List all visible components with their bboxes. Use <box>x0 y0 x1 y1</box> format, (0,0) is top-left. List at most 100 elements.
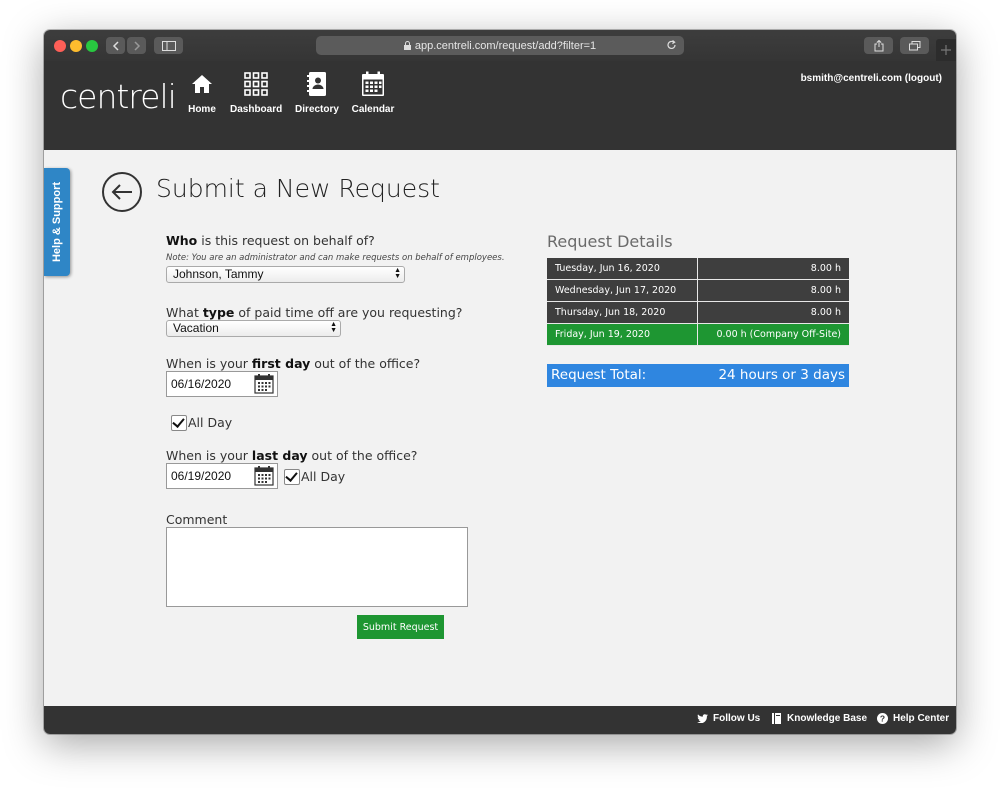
share-icon <box>874 39 883 51</box>
first-day-label-post: out of the office? <box>310 356 421 371</box>
last-day-allday-checkbox[interactable] <box>284 469 300 485</box>
reload-icon[interactable] <box>666 39 677 51</box>
help-center-link[interactable]: ? Help Center <box>877 713 949 724</box>
address-bar[interactable]: app.centreli.com/request/add?filter=1 <box>316 36 684 55</box>
directory-icon <box>307 72 326 96</box>
url-text: app.centreli.com/request/add?filter=1 <box>414 39 597 52</box>
help-support-label: Help & Support <box>51 181 63 263</box>
back-nav-button[interactable] <box>106 37 125 54</box>
select-arrows-icon: ▲ ▼ <box>394 267 401 280</box>
who-label-rest: is this request on behalf of? <box>197 233 375 248</box>
calendar-picker-icon[interactable] <box>254 466 274 486</box>
main-content: Help & Support Submit a New Request Who … <box>44 150 956 706</box>
last-day-label-bold: last day <box>251 448 308 463</box>
type-label-bold: type <box>202 305 235 320</box>
nav-calendar[interactable]: Calendar <box>351 69 395 115</box>
employee-select-value: Johnson, Tammy <box>173 267 264 281</box>
lock-icon <box>403 41 411 50</box>
request-details-table: Tuesday, Jun 16, 2020 8.00 h Wednesday, … <box>547 258 849 346</box>
last-day-value: 06/19/2020 <box>171 469 232 483</box>
hours-cell: 8.00 h <box>697 279 849 302</box>
twitter-icon <box>697 714 708 723</box>
dashboard-icon <box>244 72 268 96</box>
request-details-title: Request Details <box>547 232 673 251</box>
first-day-input[interactable]: 06/16/2020 <box>166 371 278 397</box>
sidebar-toggle-button[interactable] <box>154 37 183 54</box>
day-cell: Friday, Jun 19, 2020 <box>547 323 698 346</box>
app-header: centreli Home Dashboard Directory Calend… <box>44 61 956 150</box>
nav-home[interactable]: Home <box>187 69 217 115</box>
nav-directory[interactable]: Directory <box>295 69 339 115</box>
submit-request-button[interactable]: Submit Request <box>357 615 444 639</box>
first-day-label-bold: first day <box>251 356 311 371</box>
last-day-label: When is your last day out of the office? <box>166 448 417 463</box>
arrow-left-icon <box>111 184 132 200</box>
type-label-pre: What <box>166 305 203 320</box>
request-total-bar: Request Total: 24 hours or 3 days <box>547 364 849 387</box>
help-center-label: Help Center <box>893 713 950 724</box>
comment-label: Comment <box>166 512 228 527</box>
browser-window: app.centreli.com/request/add?filter=1 ce… <box>44 30 956 734</box>
chevron-right-icon <box>133 40 140 51</box>
first-day-allday-label: All Day <box>188 415 233 430</box>
who-label: Who is this request on behalf of? <box>166 233 375 248</box>
select-arrows-icon: ▲ ▼ <box>330 321 337 334</box>
who-label-bold: Who <box>166 233 198 248</box>
day-cell: Thursday, Jun 18, 2020 <box>547 301 698 324</box>
share-button[interactable] <box>864 37 893 54</box>
help-support-tab[interactable]: Help & Support <box>44 168 70 276</box>
nav-dashboard[interactable]: Dashboard <box>230 69 282 115</box>
minimize-window-button[interactable] <box>70 40 82 52</box>
forward-nav-button[interactable] <box>127 37 146 54</box>
type-label-post: of paid time off are you requesting? <box>234 305 463 320</box>
sidebar-icon <box>161 40 176 51</box>
request-total-label: Request Total: <box>551 367 647 383</box>
pto-type-select[interactable]: Vacation ▲ ▼ <box>166 320 341 337</box>
nav-home-label: Home <box>188 104 216 115</box>
last-day-label-pre: When is your <box>166 448 252 463</box>
browser-toolbar: app.centreli.com/request/add?filter=1 <box>44 30 956 62</box>
first-day-label-pre: When is your <box>166 356 252 371</box>
hours-cell: 8.00 h <box>697 258 849 280</box>
svg-text:?: ? <box>880 714 885 724</box>
zoom-window-button[interactable] <box>86 40 98 52</box>
follow-us-label: Follow Us <box>713 713 761 724</box>
knowledge-base-link[interactable]: Knowledge Base <box>772 713 867 724</box>
last-day-input[interactable]: 06/19/2020 <box>166 463 278 489</box>
type-label: What type of paid time off are you reque… <box>166 305 462 320</box>
nav-calendar-label: Calendar <box>351 104 395 115</box>
book-icon <box>772 713 781 724</box>
table-row: Friday, Jun 19, 2020 0.00 h (Company Off… <box>547 323 849 346</box>
day-cell: Tuesday, Jun 16, 2020 <box>547 258 698 280</box>
knowledge-base-label: Knowledge Base <box>787 713 868 724</box>
request-total-value: 24 hours or 3 days <box>718 367 845 383</box>
table-row: Tuesday, Jun 16, 2020 8.00 h <box>547 258 849 280</box>
back-button[interactable] <box>102 172 142 212</box>
app-footer: Follow Us Knowledge Base ? Help Center <box>44 706 956 734</box>
tabs-icon <box>908 40 920 50</box>
table-row: Thursday, Jun 18, 2020 8.00 h <box>547 301 849 324</box>
last-day-label-post: out of the office? <box>307 448 418 463</box>
user-logout-link[interactable]: bsmith@centreli.com (logout) <box>801 73 942 84</box>
employee-select[interactable]: Johnson, Tammy ▲ ▼ <box>166 266 405 283</box>
app-logo[interactable]: centreli <box>60 77 177 116</box>
last-day-allday-label: All Day <box>301 469 346 484</box>
comment-textarea[interactable] <box>166 527 468 607</box>
admin-note: Note: You are an administrator and can m… <box>166 253 505 263</box>
tabs-overview-button[interactable] <box>900 37 929 54</box>
first-day-allday-checkbox[interactable] <box>171 415 187 431</box>
new-tab-button[interactable] <box>936 39 956 61</box>
day-cell: Wednesday, Jun 17, 2020 <box>547 279 698 302</box>
page-title: Submit a New Request <box>156 174 440 203</box>
plus-icon <box>941 45 951 55</box>
first-day-value: 06/16/2020 <box>171 377 232 391</box>
follow-us-link[interactable]: Follow Us <box>697 713 760 724</box>
first-day-label: When is your first day out of the office… <box>166 356 420 371</box>
calendar-picker-icon[interactable] <box>254 374 274 394</box>
pto-type-select-value: Vacation <box>173 321 219 335</box>
calendar-icon <box>362 71 384 96</box>
nav-dashboard-label: Dashboard <box>230 104 283 115</box>
question-circle-icon: ? <box>877 713 888 724</box>
close-window-button[interactable] <box>54 40 66 52</box>
home-icon <box>192 75 212 93</box>
